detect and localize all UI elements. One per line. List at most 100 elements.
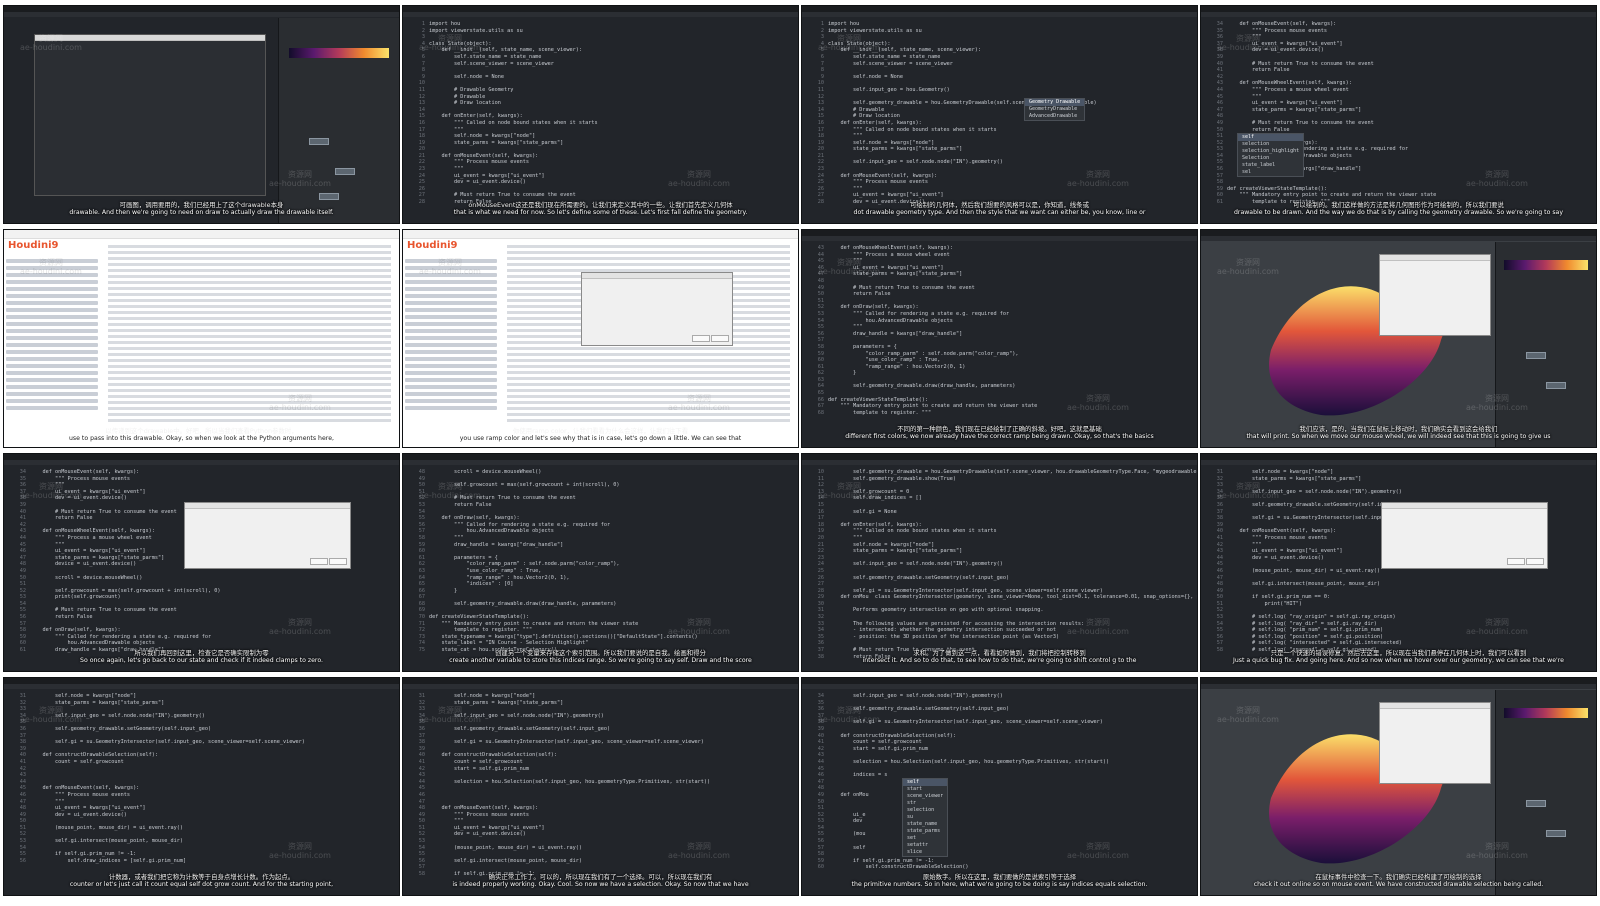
network-node[interactable] [1526,800,1546,807]
thumbnail-tile[interactable]: 31 self.node = kwargs["node"] 32 state_pa… [402,677,799,896]
autocomplete-item[interactable]: AdvancedDrawable [1025,113,1084,120]
sidebar-link[interactable] [405,385,497,389]
autocomplete-item[interactable]: set [903,835,947,842]
sidebar-link[interactable] [405,301,497,305]
python-shell-window[interactable] [184,502,351,569]
sidebar-link[interactable] [405,280,497,284]
sidebar-link[interactable] [405,343,497,347]
autocomplete-item[interactable]: scene_viewer [903,793,947,800]
parameter-panel[interactable] [1495,242,1596,447]
sidebar-link[interactable] [6,385,98,389]
sidebar-link[interactable] [405,399,497,403]
python-shell-window[interactable] [1379,254,1491,336]
sidebar-link[interactable] [6,336,98,340]
ok-button[interactable] [692,335,710,342]
autocomplete-item[interactable]: selection [903,807,947,814]
autocomplete-item[interactable]: Geometry Drawable [1025,99,1085,106]
python-shell-window[interactable] [1379,702,1491,784]
autocomplete-item[interactable]: str [903,800,947,807]
thumbnail-tile[interactable]: 48 scroll = device.mouseWheel() 49 50 self… [402,453,799,672]
window-title-bar[interactable] [185,503,350,509]
autocomplete-popup[interactable]: self start scene_viewer str selection su state… [902,778,949,857]
thumbnail-tile[interactable]: 10 self.geometry_drawable = hou.Geometry… [801,453,1198,672]
sidebar-link[interactable] [405,371,497,375]
sidebar-link[interactable] [6,371,98,375]
thumbnail-tile[interactable]: Houdini9 资源网 ae-houdini.com 资源网 ae-houdini.c… [402,229,799,448]
autocomplete-item[interactable]: su [903,814,947,821]
network-node[interactable] [319,193,339,200]
houdini-logo[interactable]: Houdini9 [407,240,457,251]
color-ramp[interactable] [1504,260,1588,270]
sidebar-link[interactable] [6,280,98,284]
sidebar-link[interactable] [6,308,98,312]
window-button[interactable] [310,558,328,565]
sidebar-link[interactable] [6,392,98,396]
autocomplete-item[interactable]: state_name [903,821,947,828]
thumbnail-tile[interactable]: Houdini9 资源网 ae-houdini.com 资源网 ae-houdini.c… [3,229,400,448]
autocomplete-item[interactable]: start [903,786,947,793]
thumbnail-tile[interactable]: 43 def onMouseWheelEvent(self, kwargs): 4… [801,229,1198,448]
sidebar-link[interactable] [6,399,98,403]
thumbnail-tile[interactable]: 1 import hou 2 import viewerstate.utils as … [402,5,799,224]
thumbnail-tile[interactable]: 31 self.node = kwargs["node"] 32 state_pa… [3,677,400,896]
network-node[interactable] [335,168,355,175]
sidebar-link[interactable] [405,322,497,326]
thumbnail-tile[interactable]: 31 self.node = kwargs["node"] 32 state_pa… [1200,453,1597,672]
doc-sidebar[interactable] [6,256,98,421]
sidebar-link[interactable] [405,329,497,333]
sidebar-link[interactable] [6,287,98,291]
network-node[interactable] [1546,382,1566,389]
sidebar-link[interactable] [405,336,497,340]
window-title-bar[interactable] [1382,503,1547,509]
autocomplete-item[interactable]: setattr [903,842,947,849]
thumbnail-tile[interactable]: 34 def onMouseEvent(self, kwargs): 35 """… [3,453,400,672]
python-shell-window[interactable] [1381,502,1548,569]
thumbnail-tile[interactable]: 34 def onMouseEvent(self, kwargs): 35 """… [1200,5,1597,224]
sidebar-link[interactable] [405,315,497,319]
parameter-panel[interactable] [278,18,399,223]
autocomplete-item[interactable]: GeometryDrawable [1025,106,1084,113]
autocomplete-item[interactable]: selection_highlight [1238,148,1303,155]
autocomplete-popup[interactable]: Geometry Drawable GeometryDrawable Advance… [1024,98,1086,121]
window-button[interactable] [1507,558,1525,565]
window-button[interactable] [1526,558,1544,565]
autocomplete-item[interactable]: slice [903,849,947,856]
autocomplete-item[interactable]: state_label [1238,162,1303,169]
window-button[interactable] [329,558,347,565]
sidebar-link[interactable] [405,287,497,291]
houdini-logo[interactable]: Houdini9 [8,240,58,251]
window-title-bar[interactable] [1380,703,1490,709]
autocomplete-item[interactable]: self [903,779,948,786]
color-ramp[interactable] [289,48,389,58]
thumbnail-tile[interactable]: 资源网 ae-houdini.com 资源网 ae-houdini.com 我们应该，是… [1200,229,1597,448]
autocomplete-item[interactable]: selection [1238,141,1303,148]
autocomplete-item[interactable]: Selection [1238,155,1303,162]
sidebar-link[interactable] [6,357,98,361]
autocomplete-item[interactable]: state_parms [903,828,947,835]
sidebar-link[interactable] [6,329,98,333]
autocomplete-item[interactable]: sel [1238,169,1303,176]
sidebar-link[interactable] [405,308,497,312]
sidebar-link[interactable] [405,378,497,382]
sidebar-link[interactable] [405,357,497,361]
sidebar-link[interactable] [405,406,497,410]
python-editor-window[interactable] [34,34,266,196]
sidebar-link[interactable] [6,315,98,319]
network-node[interactable] [1526,352,1546,359]
window-title-bar[interactable] [582,273,732,279]
cancel-button[interactable] [711,335,729,342]
parameter-panel[interactable] [1495,690,1596,895]
sidebar-link[interactable] [6,406,98,410]
sidebar-link[interactable] [6,301,98,305]
window-title-bar[interactable] [1380,255,1490,261]
thumbnail-tile[interactable]: 1 import hou 2 import viewerstate.utils as … [801,5,1198,224]
sidebar-link[interactable] [6,364,98,368]
sidebar-link[interactable] [6,294,98,298]
sidebar-link[interactable] [405,350,497,354]
sidebar-link[interactable] [6,343,98,347]
sidebar-link[interactable] [405,392,497,396]
doc-sidebar[interactable] [405,256,497,421]
sidebar-link[interactable] [6,350,98,354]
sidebar-link[interactable] [6,322,98,326]
autocomplete-popup[interactable]: self selection selection_highlight Selectio… [1237,133,1305,177]
